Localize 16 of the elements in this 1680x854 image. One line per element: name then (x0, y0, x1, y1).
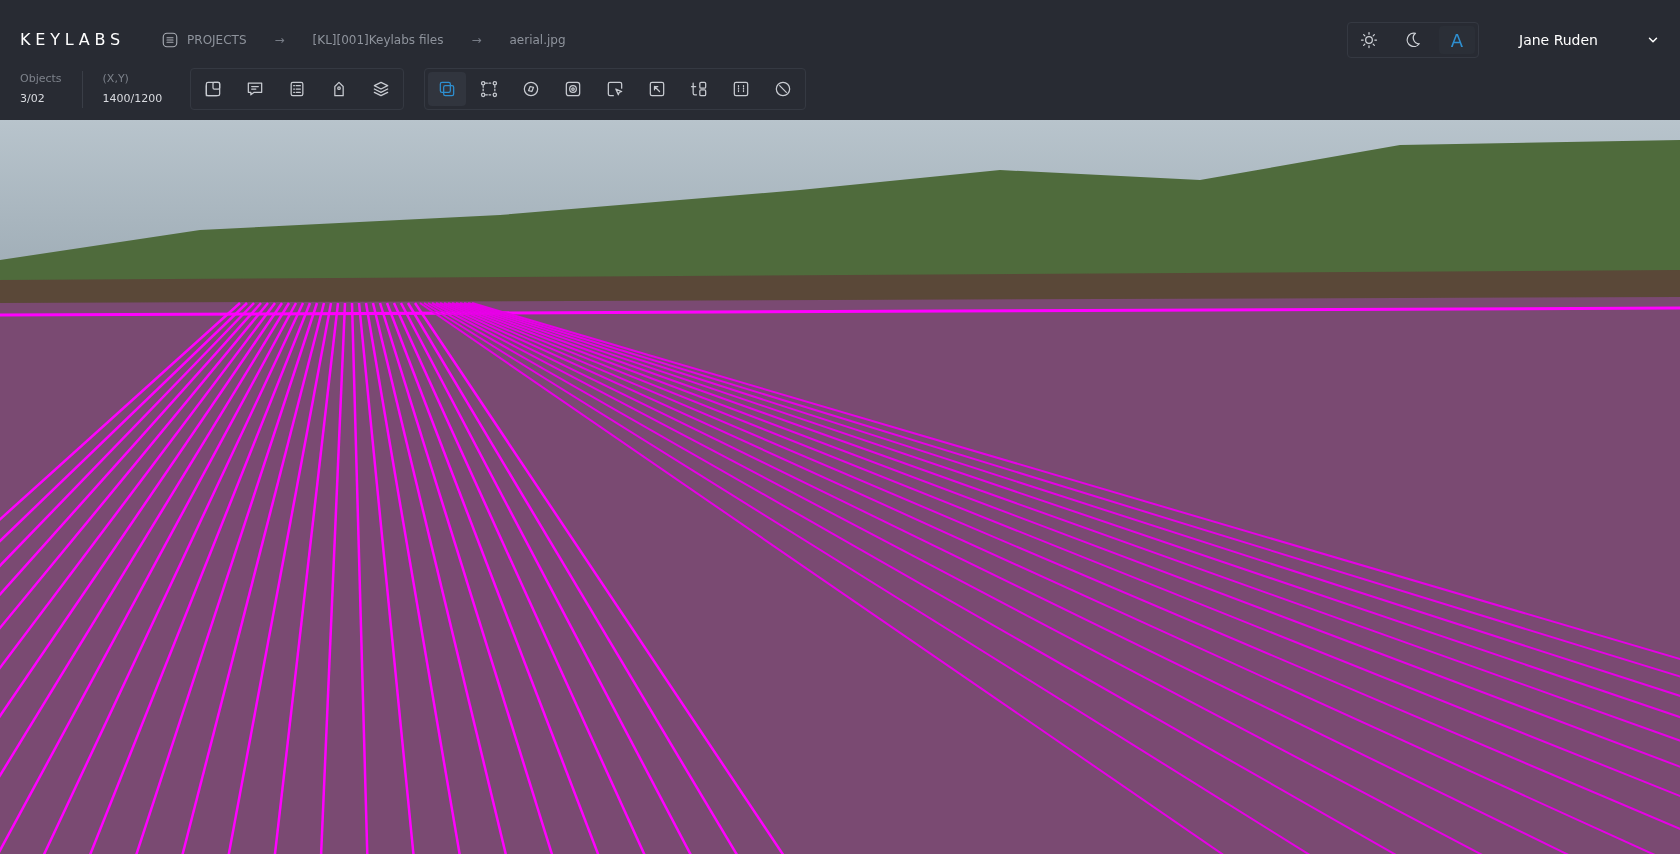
logo[interactable]: KEYLABS (20, 28, 126, 52)
points-icon (479, 79, 500, 99)
arrow-separator: → (274, 32, 285, 49)
stat-value: 3/02 (20, 91, 46, 107)
theme-option[interactable]: A (1439, 26, 1475, 54)
arrow-separator: → (471, 32, 482, 49)
menu-icon (161, 31, 180, 49)
tool-button[interactable] (428, 72, 467, 106)
stat-label: (X,Y) (102, 70, 130, 87)
breadcrumb-link[interactable]: [KL][001]Keylabs files (312, 31, 444, 49)
user-menu[interactable]: Jane Ruden (1519, 22, 1660, 58)
stat-label: Objects (20, 70, 62, 87)
breadcrumb-link[interactable]: PROJECTS (187, 31, 247, 49)
breadcrumb-link[interactable]: aerial.jpg (509, 31, 566, 49)
sun-icon (1359, 30, 1379, 50)
stat-value: 1400/1200 (102, 91, 163, 107)
